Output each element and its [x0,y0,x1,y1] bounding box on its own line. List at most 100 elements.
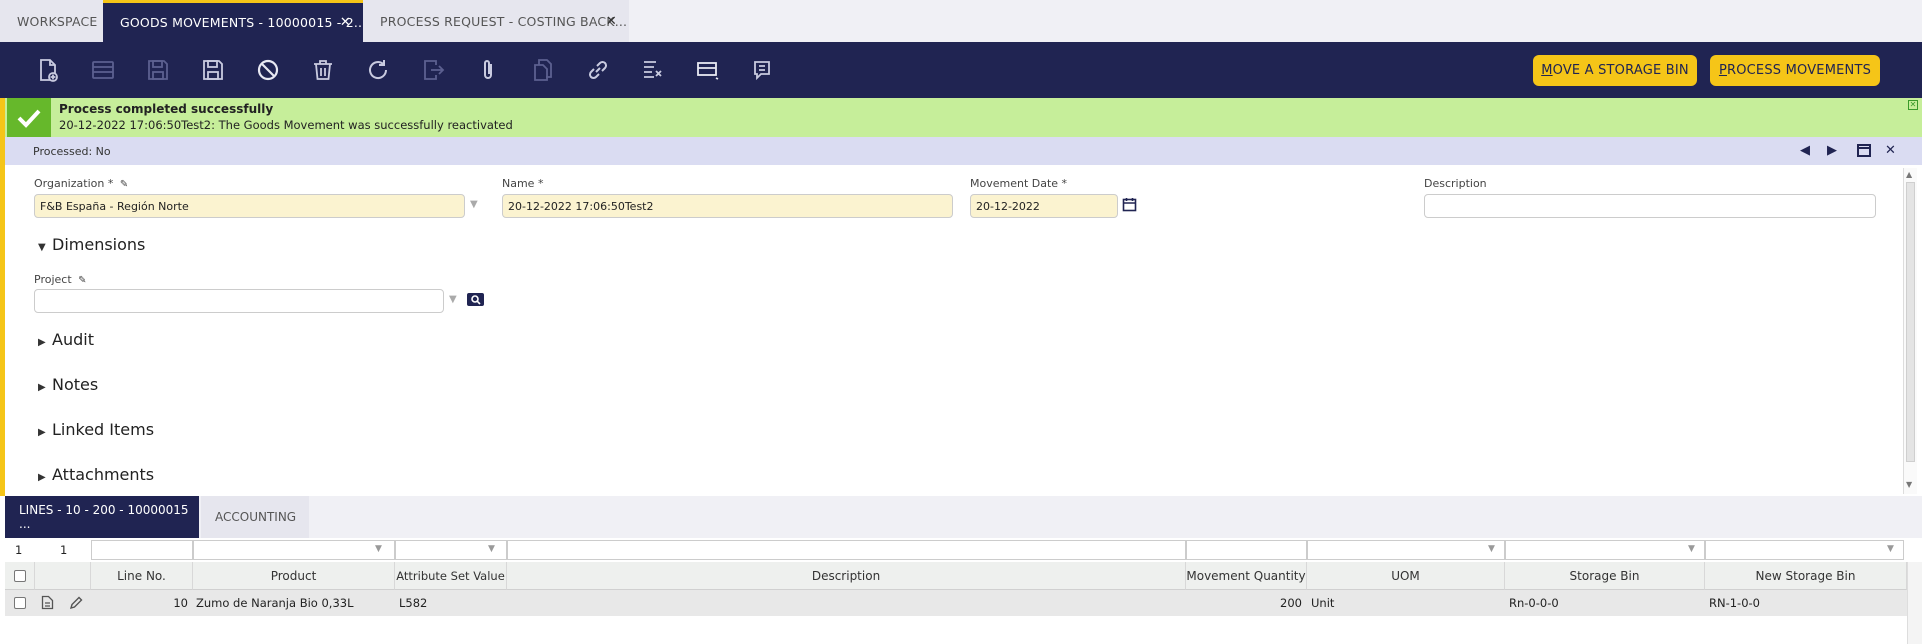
save-close-icon[interactable] [196,53,230,87]
column-header-new-storage-bin[interactable]: New Storage Bin [1705,562,1907,590]
tab-label: ACCOUNTING [215,510,297,524]
filter-description[interactable] [507,540,1186,560]
close-message-icon[interactable]: ✕ [1908,100,1918,110]
section-title: Notes [52,375,99,394]
toolbar: M OVE A STORAGE BIN P ROCESS MOVEMENTS [0,42,1922,98]
save-icon[interactable] [141,53,175,87]
new-row-icon[interactable] [86,53,120,87]
delete-icon[interactable] [306,53,340,87]
success-message: Process completed successfully 20-12-202… [5,98,1922,137]
close-tab-icon[interactable]: ✕ [340,15,351,30]
lines-grid: 1 1 ▼ ▼ ▼ ▼ ▼ Line No. Product Attribute… [5,538,1922,644]
movement-date-label: Movement Date * [970,177,1068,190]
link-icon[interactable] [581,53,615,87]
maximize-icon[interactable] [1857,144,1871,161]
open-form-icon[interactable] [41,595,54,614]
section-title: Linked Items [52,420,155,439]
row-actions-header [35,562,91,590]
column-header-uom[interactable]: UOM [1307,562,1505,590]
section-notes[interactable]: ▶ Notes [38,375,98,394]
name-value: 20-12-2022 17:06:50Test2 [508,199,654,213]
row-counter: 1 [15,543,23,557]
filter-dropdown-icon[interactable]: ▼ [375,544,382,554]
column-header-storage-bin[interactable]: Storage Bin [1505,562,1705,590]
filter-new-storage-bin[interactable] [1705,540,1904,560]
audit-icon[interactable] [636,53,670,87]
tab-accounting[interactable]: ACCOUNTING [201,496,309,538]
row-checkbox[interactable] [14,597,26,609]
movement-date-field[interactable]: 20-12-2022 [970,194,1118,218]
tab-label: GOODS MOVEMENTS - 10000015 - 2... [120,15,367,30]
filter-line-no[interactable] [91,540,193,560]
selected-counter: 1 [60,543,68,557]
filter-dropdown-icon[interactable]: ▼ [1887,544,1894,554]
close-form-icon[interactable]: ✕ [1885,143,1896,158]
undo-icon[interactable] [251,53,285,87]
filter-storage-bin[interactable] [1505,540,1705,560]
project-label: Project ✎ [34,273,87,286]
tab-process-request[interactable]: PROCESS REQUEST - COSTING BACK... ✕ [363,0,629,42]
filter-movement-quantity[interactable] [1186,540,1307,560]
scrollbar-thumb[interactable] [1906,182,1915,462]
filter-product[interactable] [193,540,395,560]
select-all-checkbox[interactable] [13,569,26,582]
previous-record-icon[interactable]: ◀ [1800,143,1810,158]
cell-line-no: 10 [173,596,188,610]
cell-uom: Unit [1311,596,1335,610]
section-audit[interactable]: ▶ Audit [38,330,94,349]
subtab-bar: LINES - 10 - 200 - 10000015 ... ACCOUNTI… [5,496,1922,538]
select-all-header [5,562,35,590]
calendar-icon[interactable] [1122,197,1137,216]
refresh-icon[interactable] [361,53,395,87]
new-document-icon[interactable] [31,53,65,87]
close-tab-icon[interactable]: ✕ [606,14,617,29]
table-row[interactable]: 10 Zumo de Naranja Bio 0,33L L582 200 Un… [5,590,1907,616]
organization-field[interactable]: F&B España - Región Norte [34,194,465,218]
description-field[interactable] [1424,194,1876,218]
organization-dropdown-icon[interactable]: ▼ [470,199,478,210]
scroll-up-icon[interactable]: ▲ [1906,170,1912,179]
message-title: Process completed successfully [59,102,274,116]
section-linked-items[interactable]: ▶ Linked Items [38,420,154,439]
grid-scrollbar[interactable] [1907,562,1922,644]
process-movements-button[interactable]: P ROCESS MOVEMENTS [1710,55,1880,86]
edit-row-icon[interactable] [69,595,83,614]
move-storage-bin-button[interactable]: M OVE A STORAGE BIN [1533,55,1697,86]
section-dimensions[interactable]: ▼ Dimensions [38,235,145,254]
cell-attribute-set-value: L582 [399,596,428,610]
column-header-product[interactable]: Product [193,562,395,590]
form-scrollbar[interactable]: ▲ ▼ [1903,168,1917,494]
tab-goods-movements[interactable]: GOODS MOVEMENTS - 10000015 - 2... ✕ [103,0,367,42]
project-dropdown-icon[interactable]: ▼ [449,294,457,305]
attachment-icon[interactable] [471,53,505,87]
link-pin-icon[interactable]: ✎ [78,275,86,286]
export-icon[interactable] [416,53,450,87]
filter-dropdown-icon[interactable]: ▼ [1488,544,1495,554]
copy-icon[interactable] [526,53,560,87]
next-record-icon[interactable]: ▶ [1827,143,1837,158]
cell-movement-quantity: 200 [1280,596,1302,610]
filter-dropdown-icon[interactable]: ▼ [488,544,495,554]
search-icon[interactable] [467,293,484,306]
move-storage-bin-access-key: M [1541,63,1553,78]
scroll-down-icon[interactable]: ▼ [1906,480,1912,489]
column-header-description[interactable]: Description [507,562,1186,590]
expand-arrow-icon: ▶ [38,337,46,348]
column-header-attribute-set-value[interactable]: Attribute Set Value [395,562,507,590]
expand-arrow-icon: ▶ [38,427,46,438]
toggle-view-icon[interactable] [691,53,725,87]
project-field[interactable] [34,289,444,313]
column-header-line-no[interactable]: Line No. [91,562,193,590]
tab-lines[interactable]: LINES - 10 - 200 - 10000015 ... [5,496,199,538]
notes-icon[interactable] [746,53,780,87]
filter-dropdown-icon[interactable]: ▼ [1688,544,1695,554]
collapse-arrow-icon: ▼ [38,242,46,253]
tab-label: LINES - 10 - 200 - 10000015 ... [19,503,189,531]
tab-label: WORKSPACE [17,13,98,29]
tab-workspace[interactable]: WORKSPACE [0,0,103,42]
link-pin-icon[interactable]: ✎ [120,179,128,190]
filter-uom[interactable] [1307,540,1505,560]
section-attachments[interactable]: ▶ Attachments [38,465,154,484]
name-field[interactable]: 20-12-2022 17:06:50Test2 [502,194,953,218]
column-header-movement-quantity[interactable]: Movement Quantity [1186,562,1307,590]
